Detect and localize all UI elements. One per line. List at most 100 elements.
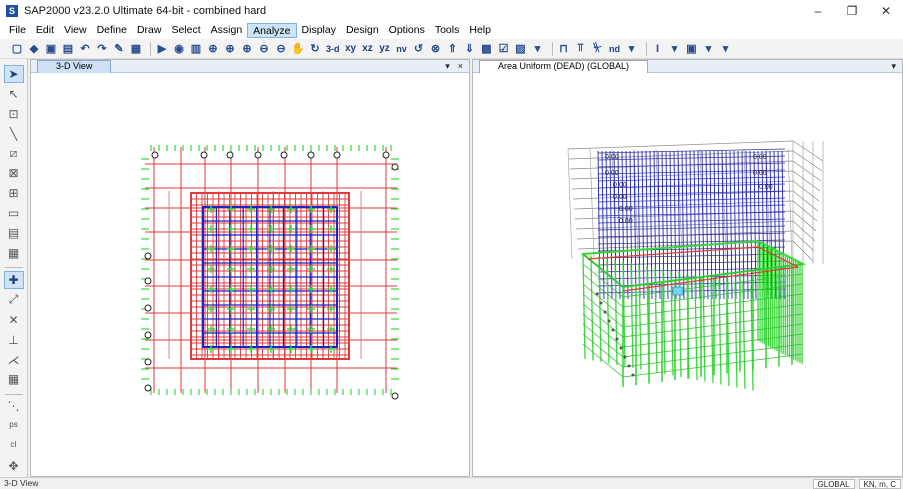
area-load-view-pane[interactable]: Area Uniform (DEAD) (GLOBAL) ▾ 0.00 0.00 0… — [472, 59, 903, 477]
snap-grid-icon[interactable]: ▦ — [4, 371, 24, 388]
tab-area-uniform[interactable]: Area Uniform (DEAD) (GLOBAL) — [479, 60, 649, 73]
section-i-icon[interactable]: I — [651, 41, 665, 57]
reshape-icon[interactable]: ↖ — [4, 85, 24, 102]
zoom-in-icon[interactable]: ⊕ — [240, 41, 254, 57]
model-3d-canvas[interactable]: 0.00 0.00 0.00 0.00 0.00 0.00 0.00 0.00 0.00 — [473, 73, 902, 476]
frame-icon[interactable]: ⊓ — [557, 41, 571, 57]
restore-button[interactable]: ❐ — [835, 0, 869, 22]
zoom-previous-icon[interactable]: ⊖ — [274, 41, 288, 57]
select-all-icon[interactable]: ⋱ — [4, 398, 24, 415]
support-marker — [595, 292, 599, 296]
pencil-icon[interactable]: ✎ — [112, 41, 126, 57]
draw-cross-icon[interactable]: ⊠ — [4, 165, 24, 182]
podium-column — [582, 253, 586, 360]
area-dropdown-icon[interactable]: ▾ — [702, 41, 716, 57]
zoom-restore-icon[interactable]: ⊕ — [223, 41, 237, 57]
menu-edit[interactable]: Edit — [31, 23, 59, 38]
snap-joints-icon[interactable]: ✚ — [3, 271, 24, 289]
draw-frame-icon[interactable]: ╲ — [4, 125, 24, 142]
menu-file[interactable]: File — [4, 23, 31, 38]
pan-icon[interactable]: ✋ — [291, 41, 305, 57]
menu-select[interactable]: Select — [166, 23, 205, 38]
down-arrow-icon[interactable]: ⇓ — [463, 41, 477, 57]
view-xy-button[interactable]: xy — [344, 41, 358, 57]
view-xz-button[interactable]: xz — [361, 41, 375, 57]
support-marker — [607, 319, 611, 323]
snap-ends-icon[interactable]: ⤢ — [4, 291, 24, 308]
loads-icon[interactable]: ▨ — [514, 41, 528, 57]
frame-forces-icon[interactable]: ⫪ — [574, 41, 588, 57]
coord-system-select[interactable]: GLOBAL — [812, 478, 855, 489]
grid-bubble — [391, 392, 399, 400]
plan-drawing-canvas[interactable] — [31, 73, 469, 476]
draw-poly-area-icon[interactable]: ▤ — [4, 224, 24, 241]
new-model-icon[interactable]: ▢ — [10, 41, 24, 57]
minimize-button[interactable]: – — [801, 0, 835, 22]
menu-design[interactable]: Design — [341, 23, 384, 38]
show-undeformed-icon[interactable]: ▩ — [480, 41, 494, 57]
menu-define[interactable]: Define — [92, 23, 132, 38]
pane-close-icon[interactable]: × — [458, 60, 463, 72]
menu-tools[interactable]: Tools — [430, 23, 465, 38]
area-section-icon[interactable]: ▣ — [685, 41, 699, 57]
clear-selection-icon[interactable]: ᶜˡ — [4, 437, 24, 454]
draw-rect-area-icon[interactable]: ▭ — [4, 204, 24, 221]
up-arrow-icon[interactable]: ⇑ — [446, 41, 460, 57]
snap-intersect-icon[interactable]: ✕ — [4, 311, 24, 328]
check-icon[interactable]: ☑ — [497, 41, 511, 57]
menu-assign[interactable]: Assign — [206, 23, 248, 38]
lock-icon[interactable]: ▦ — [129, 41, 143, 57]
section-dropdown-icon[interactable]: ▾ — [668, 41, 682, 57]
view-nv-button[interactable]: nv — [395, 41, 409, 57]
select-previous-icon[interactable]: ᵖˢ — [4, 417, 24, 434]
area-load-value: 0.00 — [613, 194, 627, 201]
menu-help[interactable]: Help — [464, 23, 496, 38]
undo-icon[interactable]: ↶ — [78, 41, 92, 57]
grid-bubble — [144, 358, 152, 366]
run-analysis-icon[interactable]: ▶ — [155, 41, 169, 57]
support-marker — [619, 346, 623, 350]
menu-draw[interactable]: Draw — [132, 23, 167, 38]
units-select[interactable]: KN, m, C — [858, 478, 901, 489]
assign-icon[interactable]: ✥ — [4, 457, 24, 474]
draw-solid-icon[interactable]: ▦ — [4, 244, 24, 261]
window-icon[interactable]: ▥ — [189, 41, 203, 57]
print-icon[interactable]: ▤ — [61, 41, 75, 57]
zoom-out-icon[interactable]: ⊖ — [257, 41, 271, 57]
view-yz-button[interactable]: yz — [378, 41, 392, 57]
menu-analyze[interactable]: Analyze — [247, 23, 297, 38]
display-options-icon[interactable]: ⊗ — [429, 41, 443, 57]
view-3d-button[interactable]: 3-d — [325, 41, 341, 57]
save-icon[interactable]: ▣ — [44, 41, 58, 57]
close-button[interactable]: ✕ — [869, 0, 903, 22]
zoom-rubberband-icon[interactable]: ⊕ — [206, 41, 220, 57]
support-marker — [611, 328, 615, 332]
dropdown-arrow-icon[interactable]: ▾ — [531, 41, 545, 57]
snap-lines-icon[interactable]: ⋌ — [4, 351, 24, 368]
open-icon[interactable]: ◆ — [27, 41, 41, 57]
nd-button[interactable]: nd — [608, 41, 622, 57]
draw-brace-icon[interactable]: ⧄ — [4, 145, 24, 162]
podium-beam — [622, 313, 804, 338]
status-bar: 3-D View GLOBAL KN, m, C — [0, 477, 903, 489]
perspective-icon[interactable]: ↺ — [412, 41, 426, 57]
tab-3d-view[interactable]: 3-D View — [37, 60, 112, 73]
draw-area-icon[interactable]: ⊞ — [4, 185, 24, 202]
pin-dropdown-icon[interactable]: ▾ — [445, 60, 450, 72]
pane-dropdown-icon[interactable]: ▾ — [891, 60, 896, 72]
core-member — [749, 150, 753, 300]
support-marker — [603, 310, 607, 314]
menu-options[interactable]: Options — [384, 23, 430, 38]
pointer-icon[interactable]: ➤ — [3, 65, 24, 83]
nd-dropdown-icon[interactable]: ▾ — [625, 41, 639, 57]
menu-view[interactable]: View — [59, 23, 92, 38]
redo-icon[interactable]: ↷ — [95, 41, 109, 57]
draw-joint-icon[interactable]: ⊡ — [4, 105, 24, 122]
refresh-icon[interactable]: ◉ — [172, 41, 186, 57]
rotate-icon[interactable]: ↻ — [308, 41, 322, 57]
snap-perpendicular-icon[interactable]: ⊥ — [4, 331, 24, 348]
more-dropdown-icon[interactable]: ▾ — [719, 41, 733, 57]
frame-moment-icon[interactable]: ⏧ — [591, 41, 605, 57]
menu-display[interactable]: Display — [297, 23, 341, 38]
plan-view-pane[interactable]: 3-D View ▾ × — [30, 59, 470, 477]
